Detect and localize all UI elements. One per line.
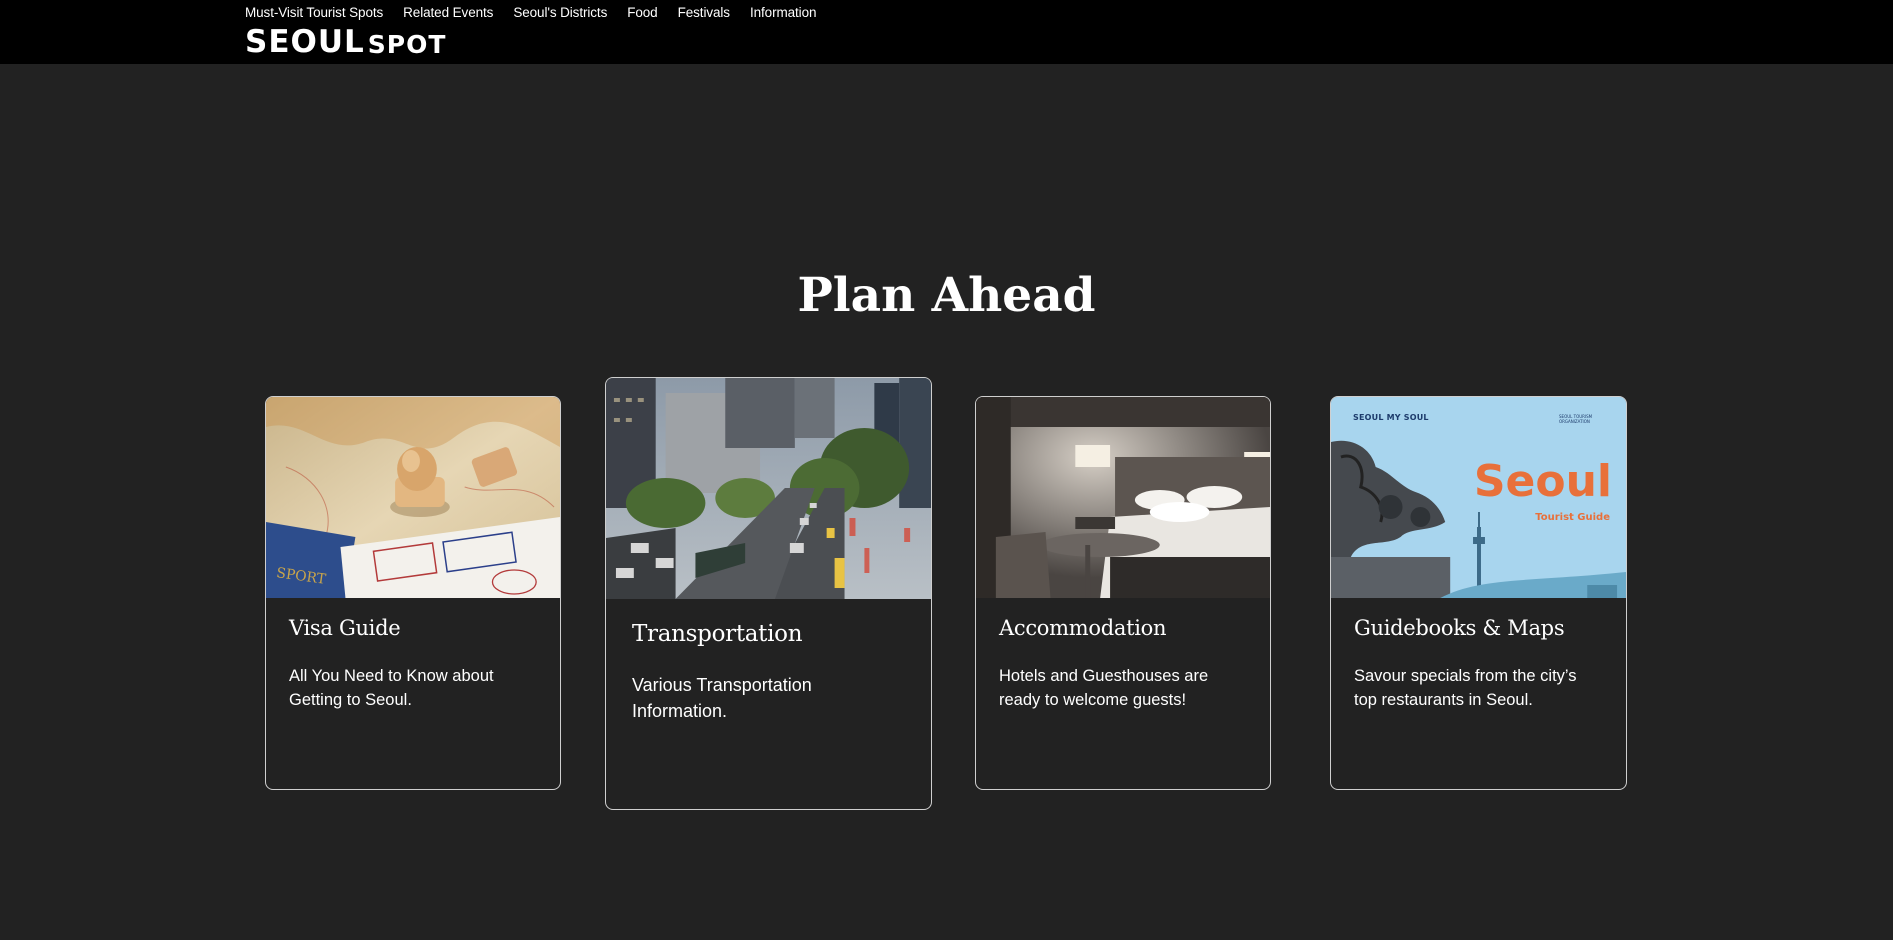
card-title: Transportation [632,621,803,647]
cover-title: Seoul [1473,456,1612,507]
site-header: Must-Visit Tourist Spots Related Events … [0,0,1893,64]
site-logo[interactable]: SEOUL SPOT [245,25,446,59]
card-transportation[interactable]: Transportation Various Transportation In… [605,377,932,810]
nav-item-tourist-spots[interactable]: Must-Visit Tourist Spots [245,5,383,20]
logo-seoul: SEOUL [245,24,365,60]
nav-item-festivals[interactable]: Festivals [678,5,730,20]
card-title: Visa Guide [289,616,401,640]
cover-org: SEOUL TOURISM ORGANIZATION [1559,414,1593,424]
page-title: Plan Ahead [797,268,1096,323]
nav-item-related-events[interactable]: Related Events [403,5,493,20]
seoul-guidebook-cover: SEOUL MY SOUL SEOUL TOURISM ORGANIZATION… [1331,397,1626,598]
nav-item-districts[interactable]: Seoul's Districts [513,5,607,20]
card-guidebooks-maps[interactable]: SEOUL MY SOUL SEOUL TOURISM ORGANIZATION… [1330,396,1627,790]
card-visa-guide[interactable]: SPORT Visa Guide All You Need to Know ab… [265,396,561,790]
nav-item-information[interactable]: Information [750,5,817,20]
card-title: Guidebooks & Maps [1354,616,1565,640]
card-description: All You Need to Know about Getting to Se… [289,667,494,709]
card-description: Various Transportation Information. [632,675,812,721]
card-description: Savour specials from the city’s top rest… [1354,667,1577,709]
logo-spot: SPOT [367,30,447,59]
card-accommodation[interactable]: Accommodation Hotels and Guesthouses are… [975,396,1271,790]
hotel-room-photo [976,397,1270,598]
passport-stamp-photo: SPORT [266,397,560,598]
city-street-traffic-photo [606,378,931,599]
cover-brand: SEOUL MY SOUL [1353,413,1429,422]
nav-item-food[interactable]: Food [627,5,657,20]
cover-subtitle: Tourist Guide [1535,512,1610,523]
card-description: Hotels and Guesthouses are ready to welc… [999,667,1209,709]
main-nav: Must-Visit Tourist Spots Related Events … [245,5,817,20]
card-title: Accommodation [999,616,1167,640]
